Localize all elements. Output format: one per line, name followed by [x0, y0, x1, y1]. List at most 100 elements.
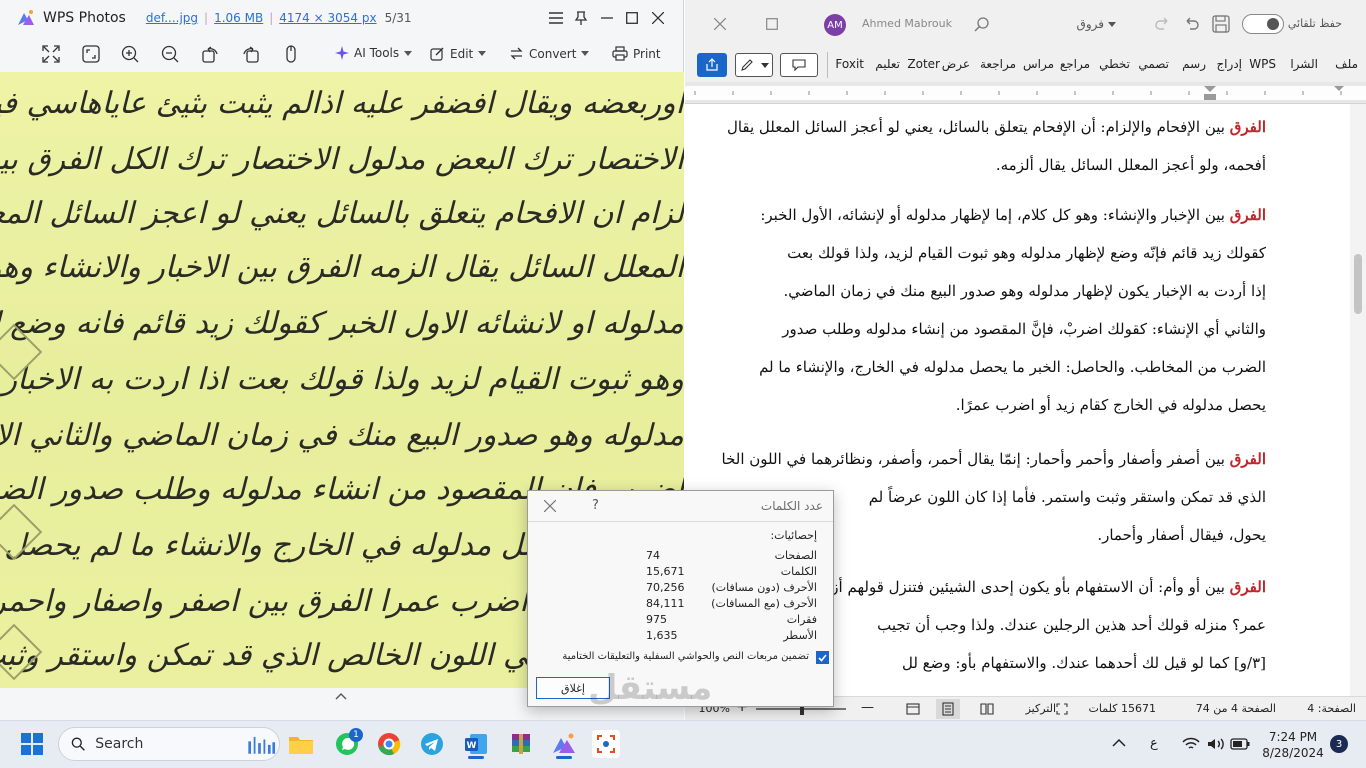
file-name-link[interactable]: def....jpg: [146, 11, 198, 25]
editing-mode-button[interactable]: [735, 53, 773, 77]
restore-icon[interactable]: [766, 18, 778, 30]
help-button[interactable]: ?: [592, 498, 599, 513]
autosave-label: حفظ تلقائي: [1287, 17, 1342, 30]
search-icon[interactable]: [974, 16, 990, 32]
paragraph-line: يحصل مدلوله في الخارج كقام زيد أو اضرب ع…: [955, 396, 1266, 414]
wifi-icon[interactable]: [1182, 737, 1200, 751]
ruler[interactable]: [685, 82, 1366, 104]
close-icon[interactable]: [544, 500, 556, 512]
save-icon[interactable]: [1212, 15, 1230, 33]
edit-button[interactable]: Edit: [430, 46, 487, 61]
tab-foxit[interactable]: Foxit: [835, 57, 864, 71]
word-app-icon[interactable]: W: [462, 730, 490, 759]
status-word-count[interactable]: 15671 كلمات: [1089, 702, 1156, 715]
tab-zotero[interactable]: Zoter: [907, 57, 940, 71]
manuscript-line: مدلوله او لانشائه الاول الخبر كقولك زيد …: [0, 306, 684, 341]
fit-to-window-icon[interactable]: [81, 44, 101, 64]
tab-view[interactable]: عرض: [942, 57, 970, 71]
status-page-of[interactable]: الصفحة 4 من 74: [1196, 702, 1276, 715]
speaker-icon[interactable]: [1207, 737, 1225, 751]
close-icon[interactable]: [714, 18, 726, 30]
ai-tools-button[interactable]: AI Tools: [335, 46, 413, 60]
read-mode-icon[interactable]: [980, 702, 994, 716]
term-keyword: الفرق: [1229, 578, 1266, 596]
file-explorer-icon[interactable]: [287, 730, 315, 758]
zoom-out-button[interactable]: —: [861, 700, 874, 715]
tab-wps[interactable]: WPS: [1249, 57, 1276, 71]
tab-review[interactable]: مراجعة: [980, 57, 1016, 71]
tab-draw[interactable]: رسم: [1182, 57, 1206, 71]
notification-badge: 1: [349, 728, 363, 742]
chevron-up-icon[interactable]: [334, 692, 348, 700]
chevron-up-icon[interactable]: [1112, 738, 1126, 748]
status-focus[interactable]: التركيز: [1026, 702, 1056, 715]
print-layout-button[interactable]: [936, 699, 960, 719]
fullscreen-icon[interactable]: [41, 44, 61, 64]
tab-design[interactable]: تصمي: [1138, 57, 1169, 71]
web-layout-icon[interactable]: [906, 702, 920, 716]
zoom-in-icon[interactable]: [120, 44, 140, 64]
vertical-scrollbar[interactable]: [1350, 104, 1366, 696]
tab-file[interactable]: ملف: [1335, 57, 1358, 71]
comment-icon: [792, 59, 806, 71]
winrar-icon[interactable]: [507, 730, 535, 758]
chevron-down-icon[interactable]: [1108, 22, 1116, 27]
windows-start-icon[interactable]: [21, 733, 43, 755]
snipping-tool-icon[interactable]: [592, 730, 620, 758]
input-language[interactable]: ع: [1150, 736, 1158, 751]
pin-icon[interactable]: [571, 8, 591, 28]
battery-icon[interactable]: [1230, 738, 1250, 750]
toggle-knob: [1267, 18, 1279, 30]
paragraph-iqham-ilzam: الفرق بين الإفحام والإلزام: أن الإفحام ي…: [721, 108, 1266, 184]
wps-photos-taskbar-icon[interactable]: [550, 730, 578, 759]
status-page[interactable]: الصفحة: 4: [1307, 702, 1356, 715]
minimize-icon[interactable]: [597, 8, 617, 28]
rotate-right-icon[interactable]: [241, 44, 261, 64]
taskbar-search[interactable]: Search: [58, 727, 280, 761]
avatar[interactable]: AM: [824, 14, 846, 36]
include-textboxes-label[interactable]: تضمين مربعات النص والحواشي السفلية والتع…: [562, 651, 809, 662]
dimensions-link[interactable]: 4174 × 3054 px: [279, 11, 376, 25]
pan-hand-icon[interactable]: [281, 44, 301, 64]
undo-icon[interactable]: [1184, 16, 1200, 32]
tab-references[interactable]: مراجع: [1060, 57, 1090, 71]
print-button[interactable]: Print: [612, 46, 661, 61]
tab-mailings[interactable]: مراس: [1023, 57, 1054, 71]
chevron-down-icon: [404, 50, 413, 56]
document-name[interactable]: فروق: [1077, 17, 1104, 31]
rotate-left-icon[interactable]: [200, 44, 220, 64]
notification-count-badge[interactable]: 3: [1330, 735, 1348, 753]
focus-icon[interactable]: [1056, 703, 1068, 715]
search-highlight-icon: [248, 736, 276, 754]
chrome-icon[interactable]: [375, 730, 403, 758]
file-size-link[interactable]: 1.06 MB: [214, 11, 263, 25]
user-name[interactable]: Ahmed Mabrouk: [862, 17, 952, 30]
whatsapp-icon[interactable]: 1: [333, 728, 363, 758]
convert-button[interactable]: Convert: [509, 46, 590, 61]
wps-photos-logo-icon: [18, 10, 34, 25]
line-text: بين الإفحام والإلزام: أن الإفحام يتعلق ب…: [726, 118, 1225, 136]
close-icon[interactable]: [648, 8, 668, 28]
telegram-icon[interactable]: [418, 730, 446, 758]
zoom-out-icon[interactable]: [160, 44, 180, 64]
zoom-slider[interactable]: [756, 703, 846, 715]
chevron-down-icon: [478, 51, 487, 56]
maximize-icon[interactable]: [622, 8, 642, 28]
line-text: بين أو وأم: أن الاستفهام بأو يكون إحدى ا…: [831, 578, 1225, 596]
active-indicator: [468, 756, 484, 759]
tab-help[interactable]: تعليم: [875, 57, 900, 71]
tab-insert[interactable]: إدراج: [1216, 57, 1242, 71]
menu-icon[interactable]: [546, 8, 566, 28]
clock-time[interactable]: 7:24 PM: [1262, 730, 1324, 744]
comment-button[interactable]: [780, 53, 818, 77]
clock-date[interactable]: 8/28/2024: [1262, 746, 1324, 760]
tab-layout[interactable]: تخطي: [1099, 57, 1130, 71]
include-textboxes-checkbox[interactable]: [816, 651, 829, 664]
share-button[interactable]: [697, 53, 727, 77]
scrollbar-thumb[interactable]: [1354, 254, 1362, 314]
tab-home[interactable]: الشرا: [1290, 57, 1318, 71]
close-button[interactable]: إغلاق: [536, 677, 610, 699]
paragraph-line: أفحمه، ولو أعجز المعلل السائل يقال ألزمه…: [995, 156, 1266, 174]
autosave-toggle[interactable]: [1242, 14, 1284, 34]
redo-icon[interactable]: [1154, 16, 1170, 32]
